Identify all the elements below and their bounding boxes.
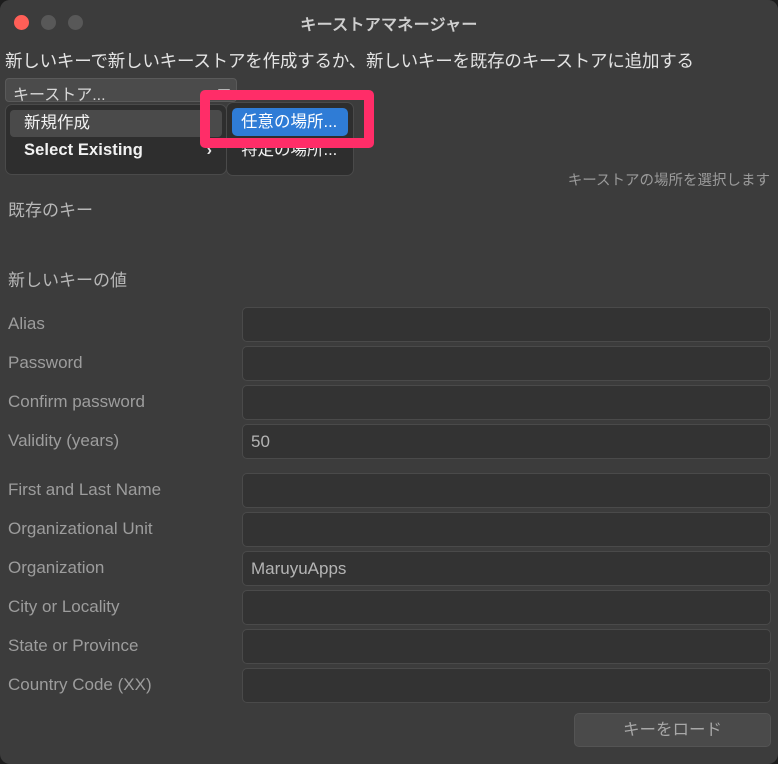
keystore-dropdown-menu: 新規作成 Select Existing › bbox=[5, 104, 227, 175]
form-field-input[interactable] bbox=[242, 512, 771, 547]
form-field-label: City or Locality bbox=[8, 597, 120, 616]
load-key-button[interactable]: キーをロード bbox=[574, 713, 771, 747]
window-title: キーストアマネージャー bbox=[300, 17, 478, 34]
form-field-input[interactable] bbox=[242, 629, 771, 664]
submenu-item-label: 任意の場所... bbox=[241, 113, 338, 131]
form-row: Confirm password bbox=[0, 385, 778, 424]
form-field-input[interactable]: MaruyuApps bbox=[242, 551, 771, 586]
form-field-label: Organizational Unit bbox=[8, 519, 153, 538]
submenu-item-specific-location[interactable]: 特定の場所... bbox=[232, 136, 348, 164]
menu-item-label: Select Existing bbox=[24, 141, 143, 159]
form-field-value: 50 bbox=[251, 432, 270, 451]
form-field-input[interactable] bbox=[242, 668, 771, 703]
keystore-location-submenu: 任意の場所... 特定の場所... bbox=[226, 102, 354, 176]
form-field-label: Validity (years) bbox=[8, 431, 120, 450]
form-field-value: MaruyuApps bbox=[251, 559, 347, 578]
location-hint-text: キーストアの場所を選択します bbox=[567, 173, 770, 189]
form-row: Organizational Unit bbox=[0, 512, 778, 551]
title-bar: キーストアマネージャー bbox=[0, 0, 778, 45]
menu-item-select-existing[interactable]: Select Existing › bbox=[10, 137, 222, 164]
submenu-item-label: 特定の場所... bbox=[241, 141, 338, 159]
form-field-input[interactable] bbox=[242, 590, 771, 625]
instruction-banner: 新しいキーで新しいキーストアを作成するか、新しいキーを既存のキーストアに追加する bbox=[5, 51, 694, 71]
form-field-label: Country Code (XX) bbox=[8, 675, 152, 694]
form-field-input[interactable] bbox=[242, 473, 771, 508]
menu-item-create-new[interactable]: 新規作成 bbox=[10, 110, 222, 137]
load-key-button-label: キーをロード bbox=[623, 721, 722, 739]
form-field-label: Alias bbox=[8, 314, 45, 333]
form-field-label: Password bbox=[8, 353, 83, 372]
menu-item-label: 新規作成 bbox=[24, 114, 90, 132]
form-field-input[interactable] bbox=[242, 385, 771, 420]
keystore-manager-window: キーストアマネージャー 新しいキーで新しいキーストアを作成するか、新しいキーを既… bbox=[0, 0, 778, 764]
chevron-right-icon: › bbox=[206, 142, 212, 159]
keystore-combobox-label: キーストア... bbox=[13, 87, 106, 104]
form-row: State or Province bbox=[0, 629, 778, 668]
form-field-label: Organization bbox=[8, 558, 105, 577]
form-field-label: State or Province bbox=[8, 636, 139, 655]
form-field-label: Confirm password bbox=[8, 392, 145, 411]
form-field-label: First and Last Name bbox=[8, 480, 162, 499]
form-field-input[interactable]: 50 bbox=[242, 424, 771, 459]
section-heading-new-key: 新しいキーの値 bbox=[8, 271, 127, 290]
form-row: City or Locality bbox=[0, 590, 778, 629]
chevron-down-icon bbox=[218, 89, 230, 92]
section-heading-existing-key: 既存のキー bbox=[8, 201, 93, 220]
form-row: Alias bbox=[0, 307, 778, 346]
form-row: Validity (years) 50 bbox=[0, 424, 778, 463]
submenu-item-any-location[interactable]: 任意の場所... bbox=[232, 108, 348, 136]
form-field-input[interactable] bbox=[242, 346, 771, 381]
keystore-combobox[interactable]: キーストア... bbox=[5, 78, 237, 104]
form-row: Password bbox=[0, 346, 778, 385]
form-row: First and Last Name bbox=[0, 473, 778, 512]
form-row: Organization MaruyuApps bbox=[0, 551, 778, 590]
form-field-input[interactable] bbox=[242, 307, 771, 342]
form-row: Country Code (XX) bbox=[0, 668, 778, 707]
